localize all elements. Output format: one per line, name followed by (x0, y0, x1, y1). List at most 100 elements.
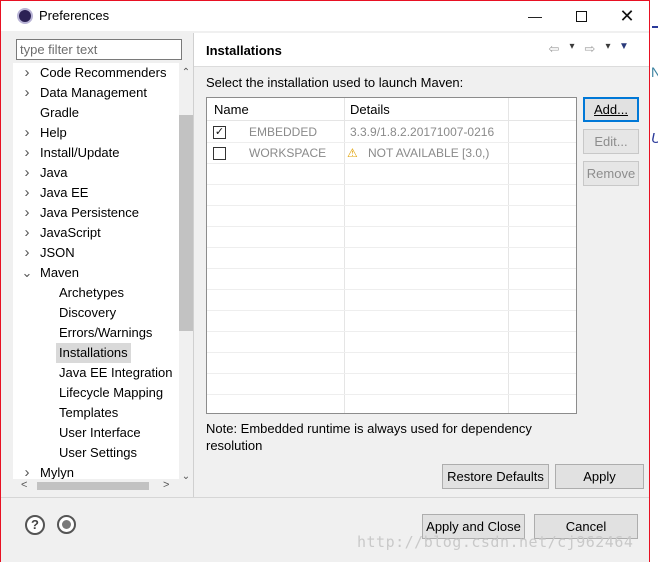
preferences-window: Preferences — ✕ › Code Recommenders › Data … (0, 0, 650, 562)
tree-item-installations[interactable]: Installations (13, 343, 181, 363)
watermark-text: http://blog.csdn.net/cj962464 (357, 533, 634, 551)
scroll-thumb[interactable] (179, 115, 193, 331)
close-icon: ✕ (619, 5, 635, 26)
view-menu-icon[interactable]: ▼ (618, 41, 630, 57)
remove-button-label: Remove (586, 166, 636, 181)
installation-details: 3.3.9/1.8.2.20171007-0216 (350, 125, 495, 139)
left-pane: › Code Recommenders › Data Management Gradle… (13, 37, 193, 495)
empty-table-row (207, 311, 576, 332)
scroll-down-icon[interactable]: ⌄ (179, 471, 193, 487)
page-navigation: ⇦ ▾ ⇨ ▾ ▼ (546, 41, 630, 57)
tree-item-user-settings[interactable]: User Settings (13, 443, 181, 463)
page-title: Installations (206, 43, 282, 58)
empty-table-row (207, 353, 576, 374)
minimize-icon: — (528, 8, 542, 24)
chevron-right-icon[interactable]: › (21, 143, 33, 163)
chevron-right-icon[interactable]: › (21, 63, 33, 83)
chevron-right-icon[interactable]: › (21, 203, 33, 223)
pane-divider[interactable] (193, 33, 194, 497)
tree-item-java[interactable]: › Java (13, 163, 181, 183)
restore-defaults-label: Restore Defaults (447, 469, 544, 484)
apply-button[interactable]: Apply (555, 464, 644, 489)
forward-dropdown-icon[interactable]: ▾ (602, 41, 614, 57)
forward-arrow-icon[interactable]: ⇨ (582, 41, 598, 57)
tree-item-label: User Settings (59, 445, 138, 460)
chevron-right-icon[interactable]: › (21, 163, 33, 183)
horizontal-scroll-thumb[interactable] (37, 482, 149, 490)
chevron-right-icon[interactable]: › (21, 83, 33, 103)
tree-item-user-interface[interactable]: User Interface (13, 423, 181, 443)
tree-item-archetypes[interactable]: Archetypes (13, 283, 181, 303)
tree-item-label: Java EE (40, 185, 89, 200)
chevron-right-icon[interactable]: › (21, 183, 33, 203)
chevron-down-icon[interactable]: ⌄ (21, 263, 33, 283)
tree-item-maven[interactable]: ⌄ Maven (13, 263, 181, 283)
table-row[interactable]: ✓ EMBEDDED 3.3.9/1.8.2.20171007-0216 (207, 122, 576, 143)
empty-table-row (207, 185, 576, 206)
tree-horizontal-scrollbar[interactable]: < > (13, 479, 181, 493)
scroll-up-icon[interactable]: ⌃ (179, 67, 193, 83)
editor-fragment (652, 26, 658, 28)
tree-item-templates[interactable]: Templates (13, 403, 181, 423)
tree-item-lifecycle-mapping[interactable]: Lifecycle Mapping (13, 383, 181, 403)
installation-checkbox[interactable]: ✓ (213, 126, 226, 139)
column-header-name[interactable]: Name (214, 102, 249, 117)
embedded-runtime-note: Note: Embedded runtime is always used fo… (206, 421, 532, 453)
scroll-right-icon[interactable]: > (163, 479, 169, 491)
table-row[interactable]: WORKSPACE ⚠ NOT AVAILABLE [3.0,) (207, 143, 576, 164)
close-button[interactable]: ✕ (604, 1, 650, 31)
back-dropdown-icon[interactable]: ▾ (566, 41, 578, 57)
tree-item-java-ee-integration[interactable]: Java EE Integration (13, 363, 181, 383)
tree-item-label: Install/Update (40, 145, 120, 160)
tree-item-discovery[interactable]: Discovery (13, 303, 181, 323)
remove-button[interactable]: Remove (583, 161, 639, 186)
tree-item-label: User Interface (59, 425, 141, 440)
maximize-button[interactable] (558, 1, 604, 31)
warning-icon: ⚠ (347, 146, 358, 160)
chevron-right-icon[interactable]: › (21, 243, 33, 263)
maximize-icon (575, 10, 587, 22)
tree-item-gradle[interactable]: Gradle (13, 103, 181, 123)
minimize-button[interactable]: — (512, 1, 558, 31)
edit-button[interactable]: Edit... (583, 129, 639, 154)
preference-tree: › Code Recommenders › Data Management Gradle… (13, 63, 181, 483)
tree-item-label: Data Management (40, 85, 147, 100)
tree-item-json[interactable]: › JSON (13, 243, 181, 263)
column-header-details[interactable]: Details (350, 102, 390, 117)
window-title: Preferences (39, 8, 110, 23)
tree-item-install-update[interactable]: › Install/Update (13, 143, 181, 163)
cancel-label: Cancel (565, 519, 607, 534)
tree-item-help[interactable]: › Help (13, 123, 181, 143)
check-icon: ✓ (214, 126, 225, 138)
tree-item-java-ee[interactable]: › Java EE (13, 183, 181, 203)
tree-item-label: JSON (40, 245, 75, 260)
record-macro-icon[interactable] (57, 515, 76, 534)
filter-input[interactable] (16, 39, 182, 60)
scroll-left-icon[interactable]: < (21, 479, 27, 491)
installation-checkbox[interactable] (213, 147, 226, 160)
installations-prompt: Select the installation used to launch M… (206, 75, 464, 90)
empty-table-row (207, 206, 576, 227)
empty-table-row (207, 374, 576, 395)
eclipse-icon (17, 8, 33, 24)
help-icon[interactable]: ? (25, 515, 45, 535)
tree-item-label: Code Recommenders (40, 65, 167, 80)
chevron-right-icon[interactable]: › (21, 123, 33, 143)
restore-defaults-button[interactable]: Restore Defaults (442, 464, 549, 489)
chevron-right-icon[interactable]: › (21, 223, 33, 243)
tree-item-java-persistence[interactable]: › Java Persistence (13, 203, 181, 223)
tree-item-data-management[interactable]: › Data Management (13, 83, 181, 103)
tree-item-code-recommenders[interactable]: › Code Recommenders (13, 63, 181, 83)
editor-fragment: U (651, 130, 658, 147)
tree-vertical-scrollbar[interactable]: ⌃ ⌄ (179, 63, 193, 487)
tree-item-label: Help (40, 125, 67, 140)
tree-item-javascript[interactable]: › JavaScript (13, 223, 181, 243)
add-button[interactable]: Add... (583, 97, 639, 122)
tree-item-errors-warnings[interactable]: Errors/Warnings (13, 323, 181, 343)
empty-table-row (207, 395, 576, 413)
installations-table: Name Details ✓ EMBEDDED 3.3.9/1.8.2.201710… (206, 97, 577, 414)
add-button-label: Add... (594, 102, 628, 117)
table-header: Name Details (207, 98, 576, 121)
back-arrow-icon[interactable]: ⇦ (546, 41, 562, 57)
